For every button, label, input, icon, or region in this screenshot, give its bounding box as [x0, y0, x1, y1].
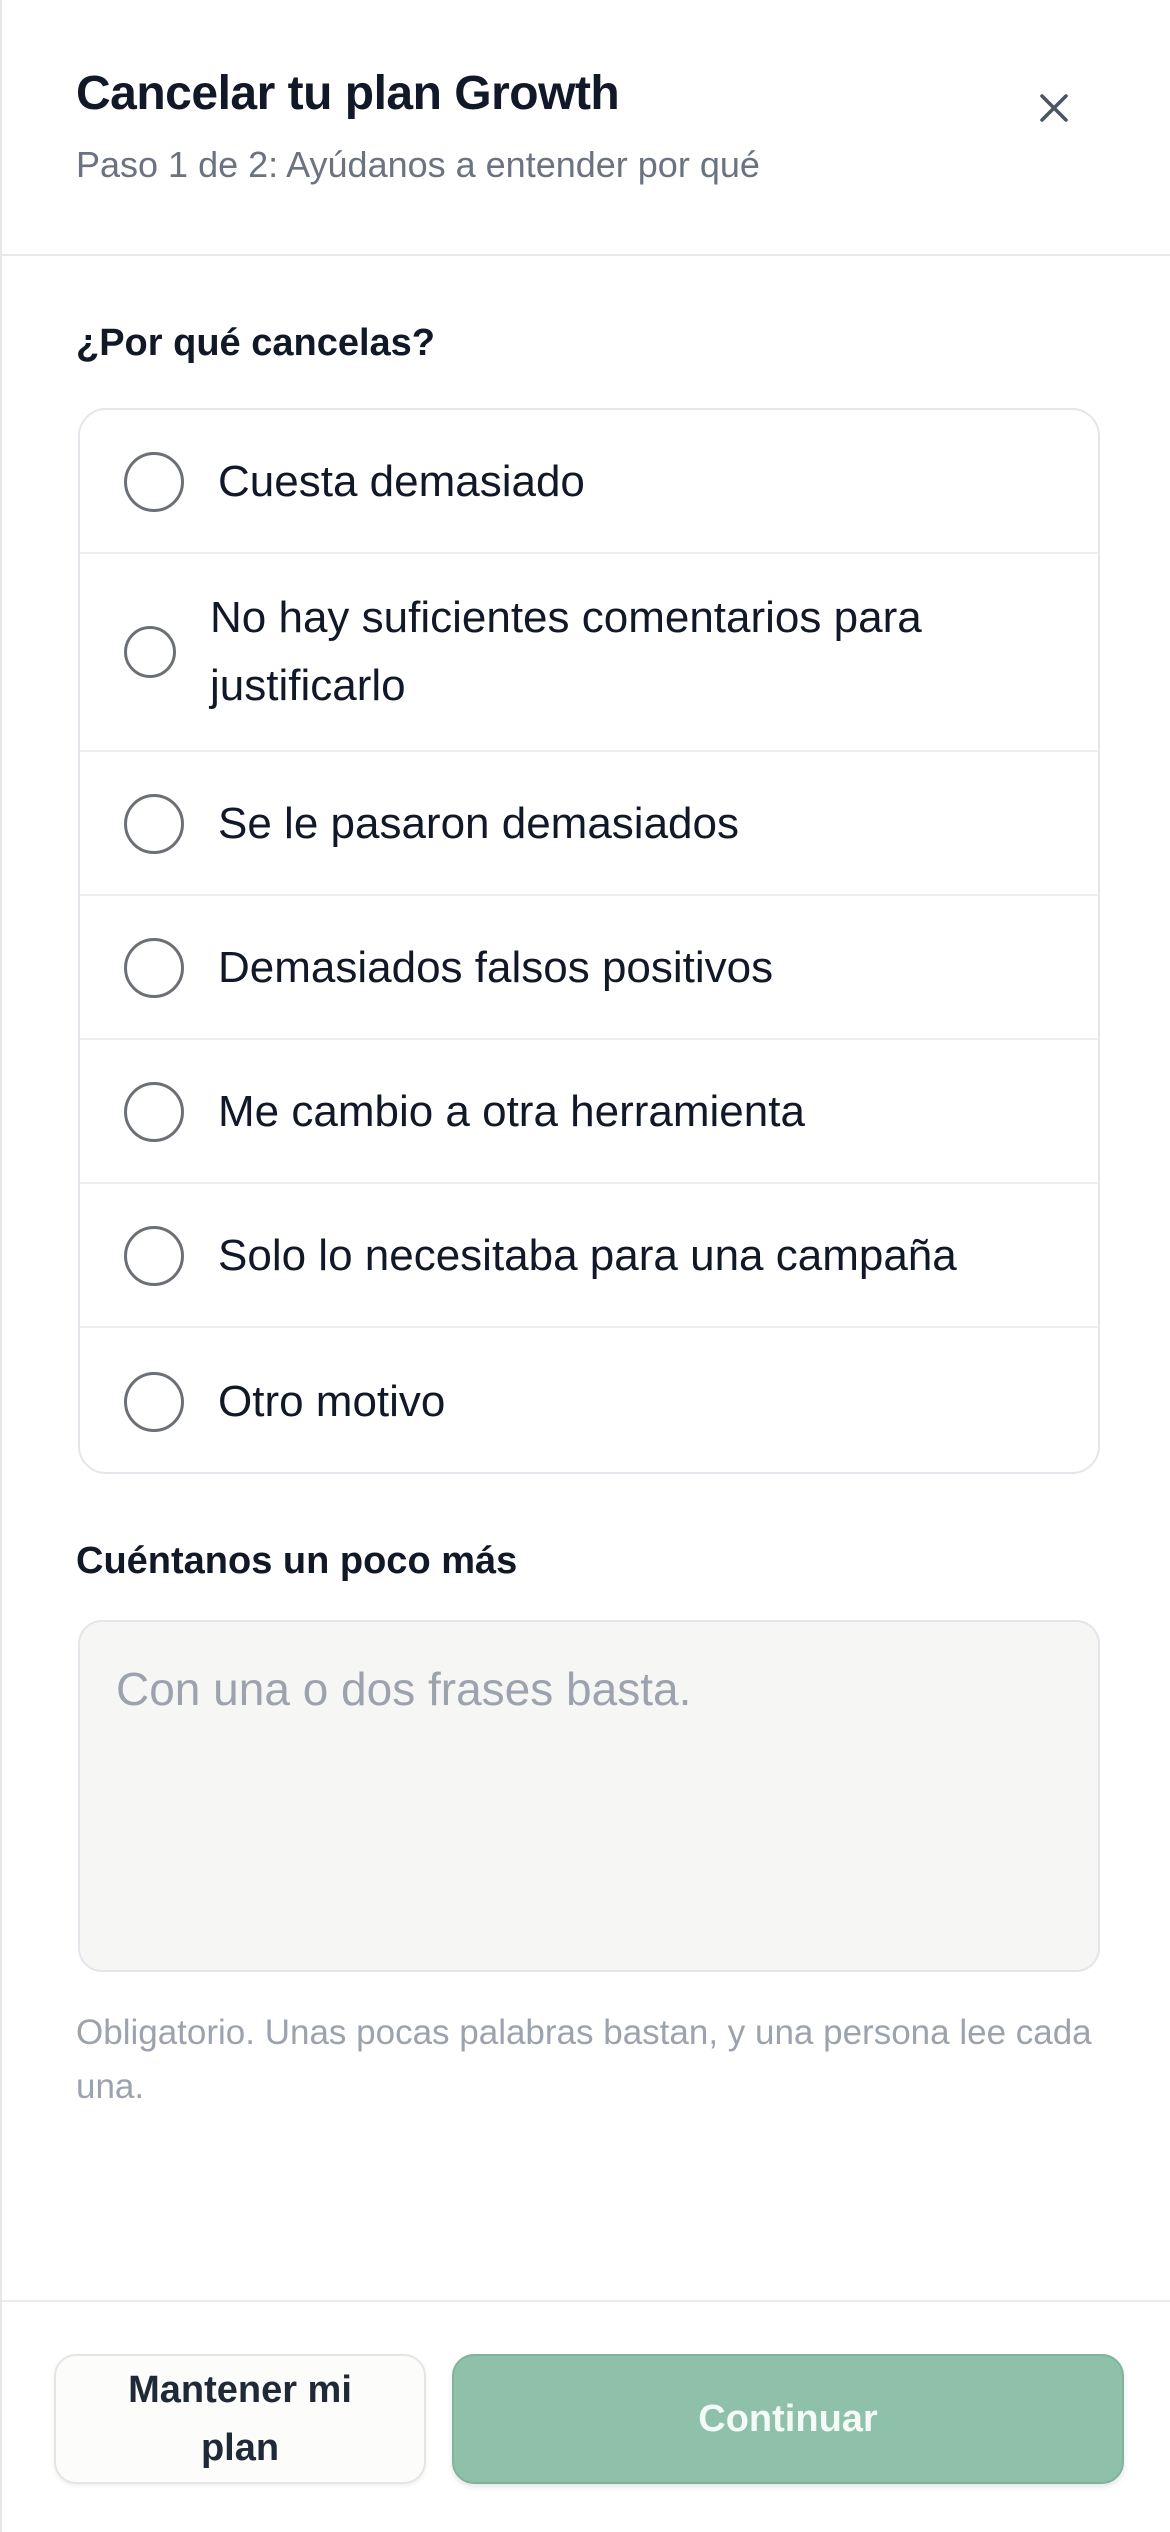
- option-label: Solo lo necesitaba para una campaña: [218, 1231, 957, 1280]
- details-textarea[interactable]: [78, 1620, 1100, 1972]
- keep-plan-button[interactable]: Mantener mi plan: [54, 2354, 426, 2484]
- reason-option-missed-too-many[interactable]: Se le pasaron demasiados: [80, 752, 1098, 896]
- page-title: Cancelar tu plan Growth: [76, 67, 620, 120]
- question-label: ¿Por qué cancelas?: [76, 322, 436, 364]
- option-label: Cuesta demasiado: [218, 457, 585, 506]
- radio-button[interactable]: [124, 1082, 184, 1142]
- radio-button[interactable]: [124, 1226, 184, 1286]
- radio-button[interactable]: [124, 938, 184, 998]
- radio-button[interactable]: [124, 794, 184, 854]
- close-icon: [1040, 94, 1068, 122]
- option-label: Se le pasaron demasiados: [218, 799, 739, 848]
- reason-option-not-enough-comments[interactable]: No hay suficientes comentarios para just…: [80, 554, 1098, 752]
- option-label: Otro motivo: [218, 1377, 446, 1426]
- reason-option-cost[interactable]: Cuesta demasiado: [80, 410, 1098, 554]
- reason-option-other[interactable]: Otro motivo: [80, 1328, 1098, 1472]
- option-label: Me cambio a otra herramienta: [218, 1087, 805, 1136]
- sheet-footer: Mantener mi plan Continuar: [2, 2300, 1170, 2532]
- reason-option-false-positives[interactable]: Demasiados falsos positivos: [80, 896, 1098, 1040]
- reason-option-switching-tool[interactable]: Me cambio a otra herramienta: [80, 1040, 1098, 1184]
- continue-button[interactable]: Continuar: [452, 2354, 1124, 2484]
- radio-button[interactable]: [124, 1372, 184, 1432]
- option-label: No hay suficientes comentarios para just…: [210, 593, 922, 710]
- radio-button[interactable]: [124, 452, 184, 512]
- reason-option-one-campaign[interactable]: Solo lo necesitaba para una campaña: [80, 1184, 1098, 1328]
- close-button[interactable]: [1022, 76, 1086, 140]
- details-help-text: Obligatorio. Unas pocas palabras bastan,…: [76, 2013, 1092, 2106]
- cancel-plan-sheet: Cancelar tu plan Growth Paso 1 de 2: Ayú…: [0, 0, 1170, 2532]
- reason-radio-group: Cuesta demasiado No hay suficientes come…: [78, 408, 1100, 1474]
- radio-button[interactable]: [124, 626, 176, 678]
- details-label: Cuéntanos un poco más: [76, 1540, 518, 1582]
- step-subtitle: Paso 1 de 2: Ayúdanos a entender por qué: [76, 144, 760, 185]
- sheet-header: Cancelar tu plan Growth Paso 1 de 2: Ayú…: [2, 0, 1170, 256]
- option-label: Demasiados falsos positivos: [218, 943, 774, 992]
